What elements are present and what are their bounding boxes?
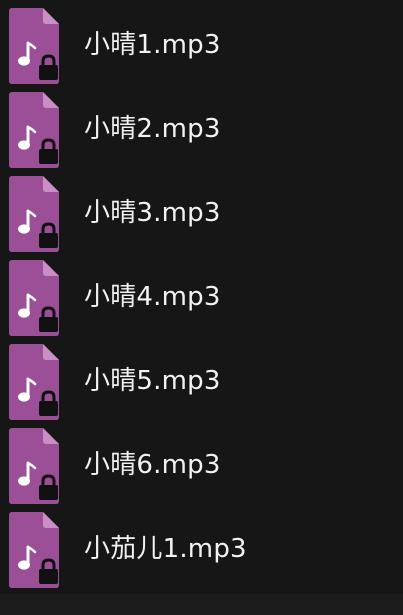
file-name: 小晴4.mp3 [84, 282, 221, 312]
bottom-bar [0, 594, 403, 615]
file-name: 小茄儿1.mp3 [84, 534, 247, 564]
file-name: 小晴6.mp3 [84, 450, 221, 480]
locked-audio-file-icon [9, 8, 67, 84]
file-row[interactable]: 小晴1.mp3 [0, 6, 403, 90]
locked-audio-file-icon [9, 512, 67, 588]
locked-audio-file-icon [9, 92, 67, 168]
file-name: 小晴1.mp3 [84, 30, 221, 60]
file-name: 小晴3.mp3 [84, 198, 221, 228]
file-list: 小晴1.mp3 小晴2.mp3 小晴3.mp3 小晴4.mp3 小晴5.mp3 … [0, 0, 403, 615]
file-row[interactable]: 小晴3.mp3 [0, 174, 403, 258]
file-name: 小晴5.mp3 [84, 366, 221, 396]
file-name: 小晴2.mp3 [84, 114, 221, 144]
file-row[interactable]: 小晴2.mp3 [0, 90, 403, 174]
file-row[interactable]: 小茄儿1.mp3 [0, 510, 403, 594]
locked-audio-file-icon [9, 176, 67, 252]
locked-audio-file-icon [9, 344, 67, 420]
locked-audio-file-icon [9, 260, 67, 336]
file-row[interactable]: 小晴6.mp3 [0, 426, 403, 510]
file-row[interactable]: 小晴5.mp3 [0, 342, 403, 426]
locked-audio-file-icon [9, 428, 67, 504]
file-row[interactable]: 小晴4.mp3 [0, 258, 403, 342]
